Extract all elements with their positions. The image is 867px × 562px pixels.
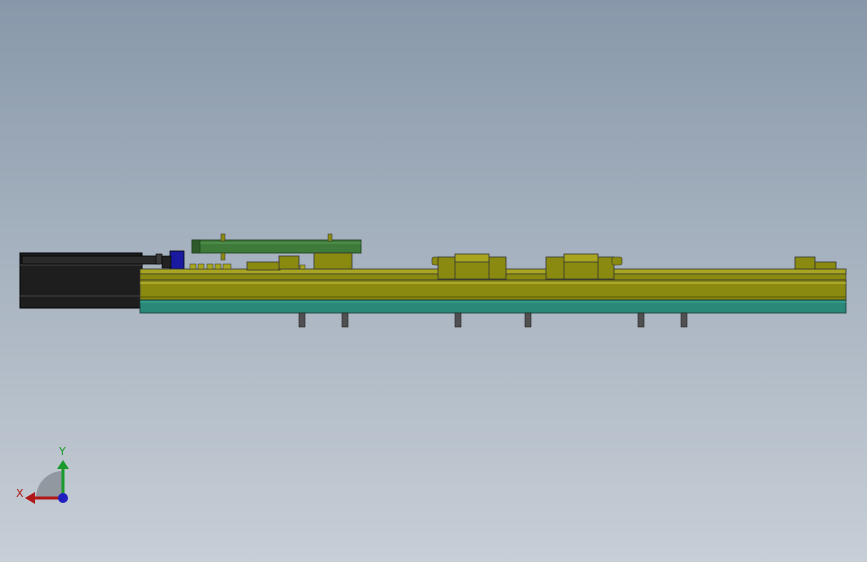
y-axis-label: Y xyxy=(58,445,66,458)
cad-viewport[interactable]: X Y xyxy=(0,0,867,562)
triad-sphere-icon xyxy=(36,471,63,498)
coupling-block[interactable] xyxy=(169,250,185,270)
mounting-bolts xyxy=(298,312,688,328)
carriage-left[interactable] xyxy=(189,233,362,271)
y-axis-arrow-icon xyxy=(57,460,69,469)
z-axis-dot-icon xyxy=(58,493,68,503)
carriage-middle-1[interactable] xyxy=(431,253,507,280)
carriage-middle-2[interactable] xyxy=(545,253,623,280)
end-stop-block[interactable] xyxy=(794,256,837,270)
x-axis-label: X xyxy=(16,487,24,500)
x-axis-arrow-icon xyxy=(25,492,35,504)
orientation-triad[interactable]: X Y xyxy=(16,445,69,504)
